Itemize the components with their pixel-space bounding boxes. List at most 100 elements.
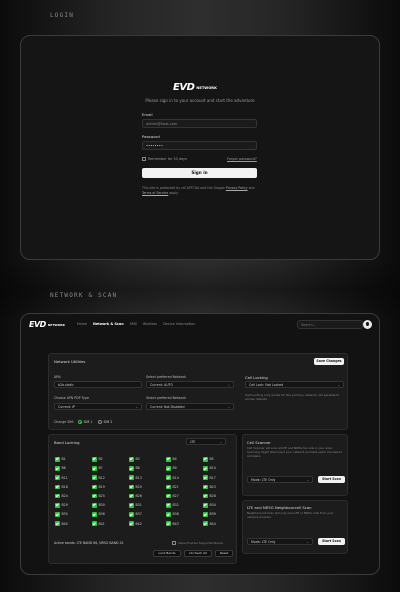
cell-lock-select[interactable]: Cell Lock: Not Locked ⌄	[245, 381, 344, 388]
show-supported-checkbox[interactable]: Show Provider Supported Bands	[172, 541, 223, 545]
neighbour-scan-mode-select[interactable]: Mode: LTE Only ⌄	[247, 538, 313, 545]
band-checkbox[interactable]: B13	[129, 475, 142, 480]
checkmark-icon	[55, 512, 60, 517]
cell-scanner-mode-select[interactable]: Mode: LTE Only ⌄	[247, 476, 313, 483]
password-field[interactable]: ••••••••	[142, 141, 257, 150]
band-checkbox[interactable]: B3	[129, 457, 140, 462]
band-checkbox[interactable]: B30	[92, 503, 105, 508]
checkbox-icon	[142, 157, 146, 161]
band-checkbox[interactable]: B2	[92, 457, 103, 462]
reset-button[interactable]: Reset	[215, 550, 233, 557]
preferred-network2-select[interactable]: Current: Not Disabled ⌄	[146, 403, 234, 410]
nav-network-scan[interactable]: Network & Scan	[93, 322, 124, 326]
radio-icon	[98, 420, 102, 424]
band-checkbox[interactable]: B18	[55, 484, 68, 490]
nav-sms[interactable]: SMS	[130, 322, 137, 326]
background-band	[0, 260, 400, 320]
band-label: B29	[61, 503, 68, 508]
cell-scanner-start-button[interactable]: Start Scan	[318, 476, 345, 483]
band-label: B19	[98, 484, 105, 489]
band-checkbox[interactable]: B31	[129, 503, 142, 508]
band-label: B37	[135, 512, 142, 517]
band-checkbox[interactable]: B4	[166, 457, 177, 462]
save-changes-button[interactable]: Save Changes	[314, 358, 344, 365]
band-label: B44	[209, 521, 216, 526]
neighbour-scan-title: LTE and NR5G Neighbourcell Scan	[247, 505, 312, 510]
band-label: B17	[209, 475, 216, 480]
band-checkbox[interactable]: B21	[166, 484, 179, 490]
checkmark-icon	[92, 512, 97, 517]
sim2-radio[interactable]: SIM 2	[98, 420, 112, 424]
brand-mark: EVD	[29, 320, 46, 329]
nav-device-information[interactable]: Device Information	[163, 322, 195, 326]
checkmark-icon	[203, 512, 208, 517]
apn-field[interactable]: b2b.static	[54, 381, 142, 388]
avatar[interactable]	[363, 320, 372, 329]
band-checkbox[interactable]: B24	[55, 493, 68, 499]
nav-wireless[interactable]: Wireless	[143, 322, 157, 326]
band-checkbox[interactable]: B37	[129, 512, 142, 517]
remember-label: Remember for 30 days	[148, 157, 187, 161]
band-checkbox[interactable]: B6	[55, 466, 66, 471]
band-checkbox[interactable]: B26	[129, 493, 142, 499]
band-label: B9	[172, 466, 177, 471]
band-checkbox[interactable]: B9	[166, 466, 177, 471]
checkmark-icon	[55, 493, 60, 499]
uncheck-all-button[interactable]: Uncheck All	[184, 550, 212, 557]
band-checkbox[interactable]: B36	[92, 512, 105, 517]
band-mode-value: LTE	[190, 440, 196, 444]
band-checkbox[interactable]: B17	[203, 475, 216, 480]
search-input[interactable]: Search...	[297, 320, 363, 329]
band-checkbox[interactable]: B34	[203, 503, 216, 508]
brand-logo[interactable]: EVD NETWORK	[29, 320, 65, 329]
band-checkbox[interactable]: B28	[203, 493, 216, 499]
preferred-network-select[interactable]: Current: AUTO ⌄	[146, 381, 234, 388]
band-checkbox[interactable]: B7	[92, 466, 103, 471]
band-label: B8	[135, 466, 140, 471]
email-field[interactable]: admin@host.com	[142, 119, 257, 128]
band-checkbox[interactable]: B32	[166, 503, 179, 508]
band-checkbox[interactable]: B1	[55, 457, 66, 462]
band-mode-select[interactable]: LTE ⌄	[186, 438, 226, 445]
pdp-type-select[interactable]: Current: IP ⌄	[54, 403, 142, 410]
remember-checkbox[interactable]: Remember for 30 days	[142, 157, 187, 161]
nav-home[interactable]: Home	[77, 322, 87, 326]
band-checkbox[interactable]: B19	[92, 484, 105, 490]
band-checkbox[interactable]: B43	[166, 521, 179, 526]
band-checkbox[interactable]: B8	[129, 466, 140, 471]
checkmark-icon	[129, 512, 134, 517]
lock-bands-button[interactable]: Lock Bands	[153, 550, 181, 557]
band-checkbox[interactable]: B23	[203, 484, 216, 490]
terms-of-service-link[interactable]: Terms of Service	[142, 191, 168, 195]
band-label: B28	[209, 494, 216, 499]
band-checkbox[interactable]: B39	[203, 512, 216, 517]
sim1-radio[interactable]: SIM 1	[78, 420, 92, 424]
band-checkbox[interactable]: B20	[129, 484, 142, 490]
band-checkbox[interactable]: B41	[92, 521, 105, 526]
email-label: Email	[142, 112, 153, 117]
band-checkbox[interactable]: B25	[92, 493, 105, 499]
checkmark-icon	[166, 484, 171, 490]
band-checkbox[interactable]: B11	[55, 475, 68, 480]
checkmark-icon	[166, 521, 171, 526]
band-checkbox[interactable]: B35	[55, 512, 68, 517]
preferred-network-value: Current: AUTO	[150, 383, 174, 387]
band-checkbox[interactable]: B38	[166, 512, 179, 517]
band-checkbox[interactable]: B10	[203, 466, 216, 471]
band-checkbox[interactable]: B14	[166, 475, 179, 480]
band-checkbox[interactable]: B12	[92, 475, 105, 480]
neighbour-scan-start-button[interactable]: Start Scan	[318, 538, 345, 545]
sign-in-button[interactable]: Sign in	[142, 168, 257, 178]
band-checkbox[interactable]: B44	[203, 521, 216, 526]
band-label: B1	[61, 457, 66, 462]
band-checkbox[interactable]: B29	[55, 503, 68, 508]
band-label: B7	[98, 466, 103, 471]
forgot-password-link[interactable]: Forgot password?	[227, 157, 257, 161]
band-checkbox[interactable]: B42	[129, 521, 142, 526]
band-checkbox[interactable]: B40	[55, 521, 68, 526]
checkmark-icon	[92, 484, 97, 490]
band-checkbox[interactable]: B5	[203, 457, 214, 462]
privacy-policy-link[interactable]: Privacy Policy	[226, 186, 248, 190]
band-label: B39	[209, 512, 216, 517]
band-checkbox[interactable]: B27	[166, 493, 179, 499]
